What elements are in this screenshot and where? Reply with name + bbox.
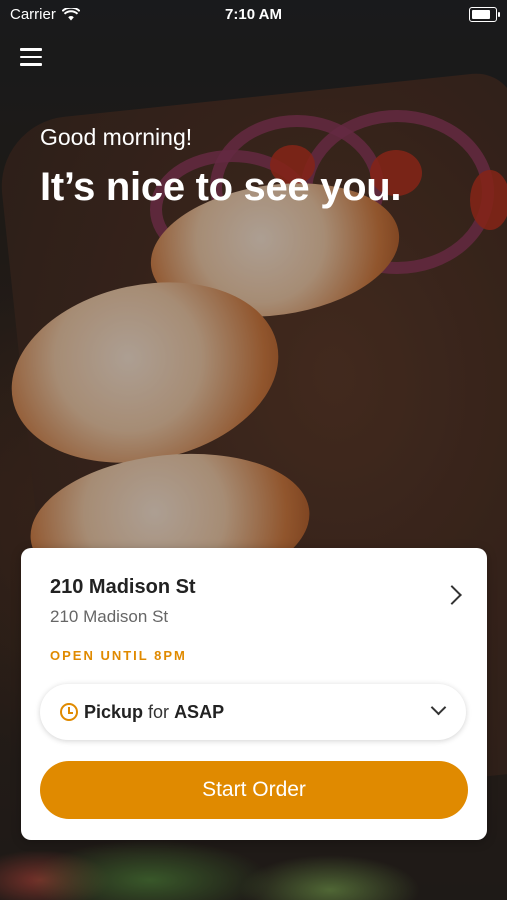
battery-icon — [469, 7, 500, 22]
clock-time: 7:10 AM — [225, 6, 282, 23]
clock-icon — [60, 703, 78, 721]
battery-level — [472, 10, 490, 19]
location-title: 210 Madison St — [50, 576, 196, 598]
location-card: 210 Madison St 210 Madison St OPEN UNTIL… — [21, 548, 487, 840]
hamburger-menu-icon[interactable] — [20, 48, 42, 68]
headline-text: It’s nice to see you. — [40, 165, 402, 209]
order-type: Pickup — [84, 701, 144, 722]
start-order-button[interactable]: Start Order — [40, 761, 468, 819]
location-address: 210 Madison St — [50, 607, 169, 626]
chevron-down-icon — [430, 699, 447, 716]
for-label: for — [148, 701, 175, 722]
pickup-label: Pickup for ASAP — [84, 702, 224, 723]
open-hours-label: OPEN UNTIL 8PM — [50, 648, 187, 663]
greeting-text: Good morning! — [40, 124, 193, 150]
chevron-right-icon[interactable] — [442, 585, 462, 605]
status-bar: Carrier 7:10 AM — [0, 0, 507, 28]
pickup-time-selector[interactable]: Pickup for ASAP — [40, 684, 466, 740]
time-option: ASAP — [174, 701, 225, 722]
